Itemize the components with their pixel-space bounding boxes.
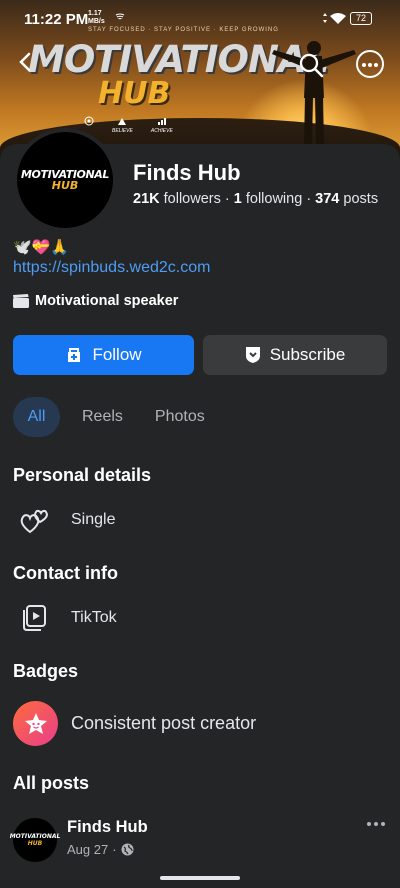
relationship-row: Single	[13, 505, 115, 535]
tab-all[interactable]: All	[13, 397, 60, 437]
status-bar: 11:22 PM 1.17 MB/s 72	[0, 0, 400, 36]
star-badge-icon	[13, 701, 58, 746]
wifi-icon	[330, 12, 346, 30]
follow-icon	[68, 348, 81, 362]
search-button[interactable]	[298, 52, 324, 78]
posts-stat[interactable]: 374 posts	[315, 191, 378, 207]
contact-info-heading: Contact info	[13, 563, 118, 583]
all-posts-heading: All posts	[13, 773, 90, 793]
tab-photos[interactable]: Photos	[145, 397, 215, 437]
battery-indicator: 72	[350, 12, 372, 25]
relationship-label: Single	[71, 511, 116, 528]
profile-stats: 21K followers · 1 following · 374 posts	[133, 191, 379, 207]
more-options-button[interactable]	[356, 50, 384, 78]
cover-icon-believe: BELIEVE	[112, 116, 133, 134]
badges-heading: Badges	[13, 661, 79, 681]
follow-button[interactable]: Follow	[13, 335, 194, 375]
badge-row[interactable]: Consistent post creator	[13, 701, 256, 746]
search-icon	[299, 53, 324, 78]
video-icon	[13, 603, 57, 633]
profile-avatar[interactable]: MOTIVATIONAL HUB	[13, 128, 117, 232]
tiktok-label: TikTok	[71, 609, 117, 626]
network-speed: 1.17 MB/s	[88, 10, 105, 25]
data-arrows-icon	[322, 12, 328, 27]
category-item: Motivational speaker	[13, 293, 178, 309]
post-meta: Aug 27 ·	[67, 842, 134, 857]
nfc-icon	[115, 13, 125, 24]
content-tabs: All Reels Photos	[13, 397, 215, 437]
following-stat[interactable]: 1 following	[234, 191, 303, 207]
followers-stat[interactable]: 21K followers	[133, 191, 221, 207]
tiktok-row[interactable]: TikTok	[13, 603, 117, 633]
clapperboard-icon	[13, 294, 29, 308]
badge-label: Consistent post creator	[71, 713, 257, 733]
bio-emojis: 🕊️💝🙏	[13, 239, 70, 256]
cover-subtitle: HUB	[98, 76, 171, 111]
profile-name: Finds Hub	[133, 160, 241, 185]
post-more-button[interactable]	[367, 822, 385, 826]
home-indicator[interactable]	[160, 876, 240, 880]
chevron-left-icon	[19, 52, 31, 72]
hearts-icon	[13, 505, 57, 535]
personal-details-heading: Personal details	[13, 465, 152, 485]
post-author-avatar[interactable]: MOTIVATIONAL HUB	[10, 818, 60, 862]
post-date[interactable]: Aug 27	[67, 842, 108, 857]
tab-reels[interactable]: Reels	[72, 397, 133, 437]
cover-icon-row: BELIEVE ACHIEVE	[84, 116, 173, 134]
post-header: MOTIVATIONAL HUB Finds Hub Aug 27 ·	[10, 818, 387, 862]
globe-icon	[121, 843, 134, 856]
back-button[interactable]	[14, 50, 38, 74]
post-author-name[interactable]: Finds Hub	[67, 818, 148, 837]
status-time: 11:22 PM	[24, 11, 89, 28]
website-link[interactable]: https://spinbuds.wed2c.com	[13, 259, 210, 277]
category-label: Motivational speaker	[35, 293, 179, 309]
shield-icon	[245, 347, 260, 363]
subscribe-button[interactable]: Subscribe	[203, 335, 387, 375]
cover-icon-achieve: ACHIEVE	[151, 116, 173, 134]
